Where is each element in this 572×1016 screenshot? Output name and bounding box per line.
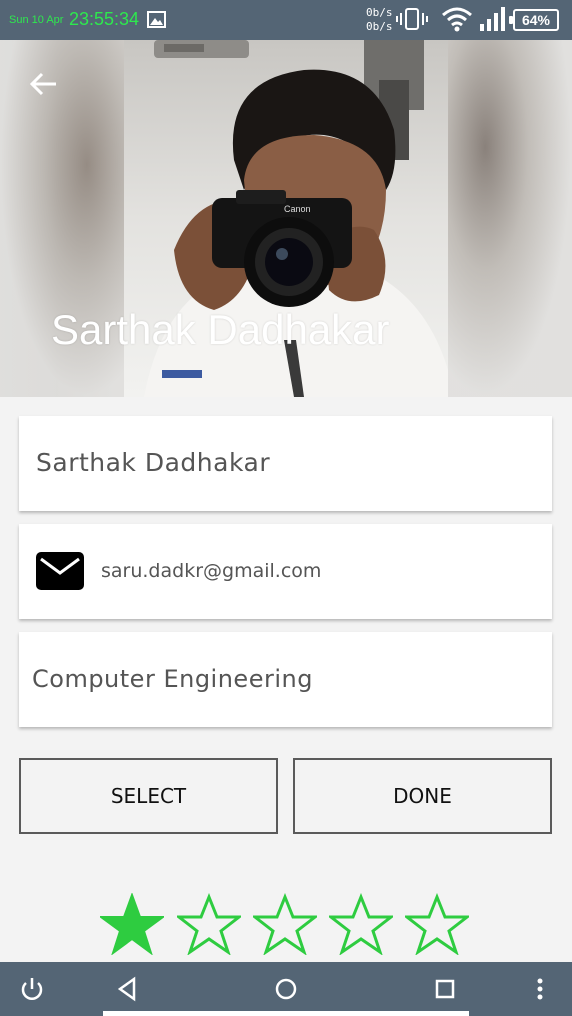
email-value: saru.dadkr@gmail.com — [101, 560, 322, 582]
status-bar: Sun 10 Apr 23:55:34 0b/s 0b/s 64% — [0, 0, 572, 40]
department-value: Computer Engineering — [32, 665, 313, 693]
name-field[interactable]: Sarthak Dadhakar — [19, 416, 552, 511]
battery-level: 64% — [521, 12, 551, 28]
recents-square-icon[interactable] — [431, 975, 459, 1003]
gallery-icon — [147, 11, 166, 28]
header-profile-name: Sarthak Dadhakar — [51, 306, 390, 353]
department-field[interactable]: Computer Engineering — [19, 632, 552, 727]
svg-text:Canon: Canon — [284, 204, 311, 214]
battery-icon: 64% — [509, 9, 559, 31]
email-field[interactable]: saru.dadkr@gmail.com — [19, 524, 552, 619]
select-button[interactable]: SELECT — [19, 758, 278, 834]
status-date: Sun 10 Apr — [9, 14, 64, 26]
net-up-speed: 0b/s — [366, 6, 393, 19]
star-icon[interactable] — [329, 893, 393, 955]
name-value: Sarthak Dadhakar — [36, 448, 271, 477]
header-blur-right — [448, 40, 572, 397]
star-icon[interactable] — [405, 893, 469, 955]
home-circle-icon[interactable] — [272, 975, 300, 1003]
mail-icon — [36, 552, 84, 590]
net-down-speed: 0b/s — [366, 20, 393, 33]
arrow-left-icon[interactable] — [28, 68, 60, 100]
network-speed: 0b/s 0b/s — [366, 6, 393, 34]
status-time: 23:55:34 — [69, 9, 140, 29]
nav-gesture-indicator — [103, 1011, 469, 1016]
wifi-icon — [442, 7, 472, 32]
rating-bar[interactable] — [100, 893, 480, 955]
back-triangle-icon[interactable] — [114, 975, 142, 1003]
power-icon[interactable] — [18, 975, 46, 1003]
star-icon[interactable] — [253, 893, 317, 955]
profile-header: Canon Sarthak Dadhakar — [0, 40, 572, 397]
more-vert-icon[interactable] — [526, 975, 554, 1003]
done-button[interactable]: DONE — [293, 758, 552, 834]
vibrate-icon — [396, 8, 428, 30]
star-icon[interactable] — [100, 893, 164, 955]
signal-icon — [480, 7, 505, 31]
star-icon[interactable] — [177, 893, 241, 955]
navigation-bar — [0, 962, 572, 1016]
